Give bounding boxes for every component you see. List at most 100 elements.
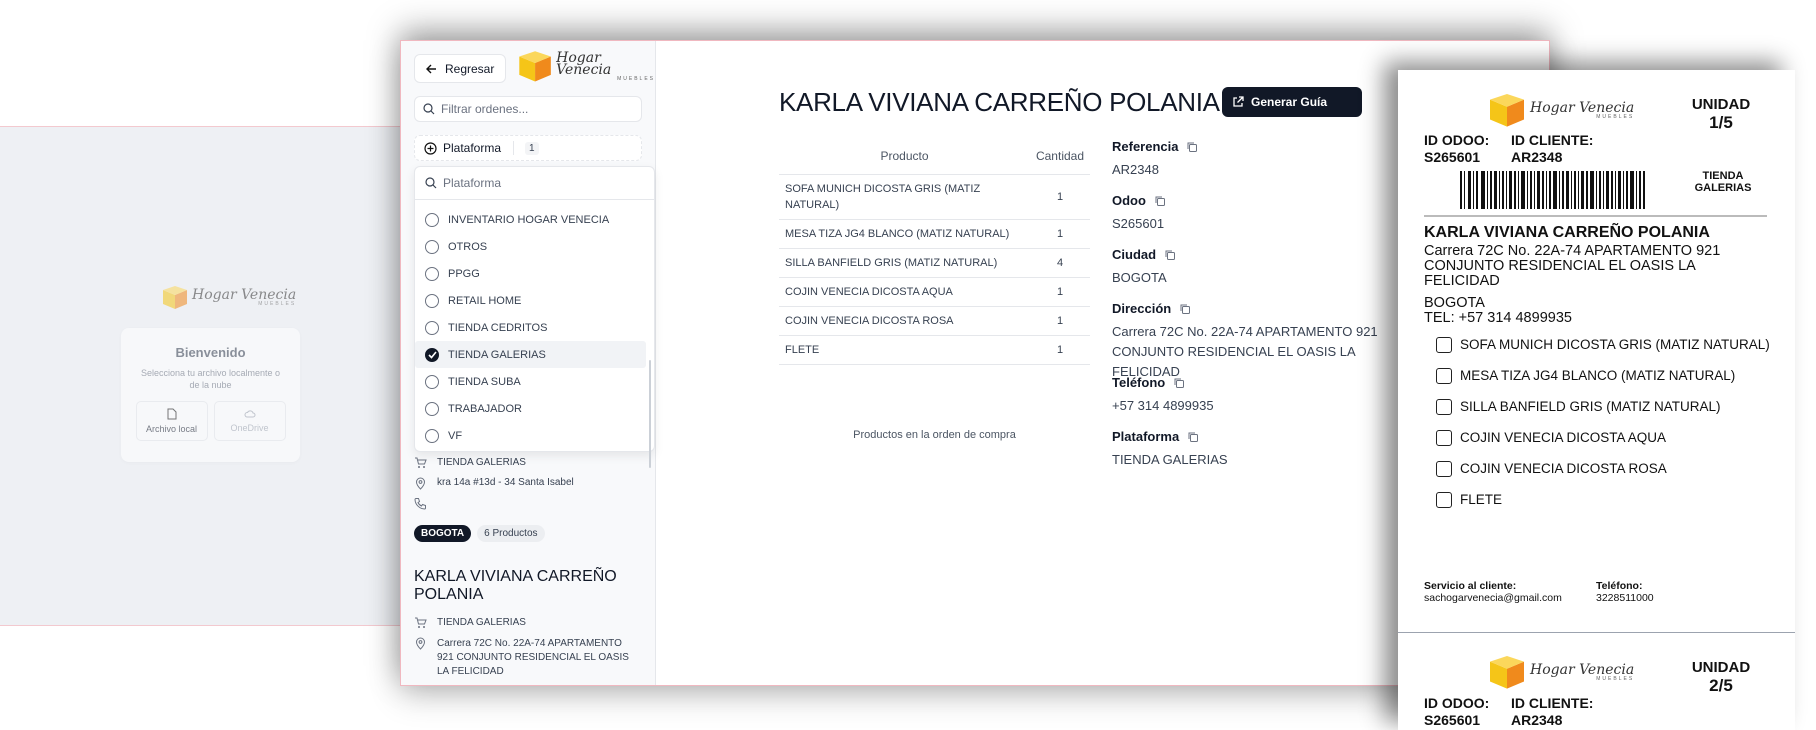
dropdown-scrollbar[interactable] [649,360,651,468]
unit-number: 1/5 [1709,113,1733,132]
checkbox[interactable] [425,293,439,308]
platform-filter-button[interactable]: Plataforma 1 [414,135,642,161]
label-item-text: MESA TIZA JG4 BLANCO (MATIZ NATURAL) [1460,368,1736,383]
platform-option-label: PPGG [448,267,480,280]
quantity-column-header: Cantidad [1030,139,1090,175]
detail-direccion: Dirección Carrera 72C No. 22A-74 APARTAM… [1112,301,1412,382]
checkbox[interactable] [425,428,439,443]
table-row: COJIN VENECIA DICOSTA AQUA 1 [779,277,1090,307]
odoo-id-block: ID ODOO: S265601 [1424,132,1489,166]
logo-text: Hogar Venecia [1530,662,1635,678]
local-file-button[interactable]: Archivo local [135,401,208,441]
service-phone-label: Teléfono: [1596,580,1643,592]
product-cell: FLETE [779,335,1030,365]
detail-value: +57 314 4899935 [1112,398,1214,413]
platform-option-label: TIENDA CEDRITOS [448,321,548,334]
platform-option[interactable]: TIENDA SUBA [415,368,646,395]
client-id-value: AR2348 [1511,712,1563,728]
table-row: SOFA MUNICH DICOSTA GRIS (MATIZ NATURAL)… [779,174,1090,220]
detail-value: S265601 [1112,216,1165,231]
platform-option[interactable]: PPGG [415,260,646,287]
label-store: TIENDA GALERIAS [1694,170,1752,194]
detail-label: Referencia [1112,139,1179,154]
login-subtitle: Selecciona tu archivo localmente o de la… [140,368,281,390]
checkbox[interactable] [425,266,439,281]
back-label: Regresar [445,61,495,76]
orders-window: Regresar Hogar VeneciaMUEBLES Plataforma… [400,40,1550,686]
platform-option-label: INVENTARIO HOGAR VENECIA [448,213,610,226]
arrow-left-icon [426,64,436,73]
order-filter-input[interactable] [441,102,631,116]
checkbox[interactable] [425,401,439,416]
order-filter-field[interactable] [414,96,642,122]
back-button[interactable]: Regresar [414,54,506,83]
copy-icon[interactable] [1186,141,1198,153]
checkbox-checked[interactable] [425,347,439,362]
product-cell: MESA TIZA JG4 BLANCO (MATIZ NATURAL) [779,219,1030,249]
checkbox[interactable] [425,320,439,335]
checkbox[interactable] [425,239,439,254]
detail-value: Carrera 72C No. 22A-74 APARTAMENTO 921 C… [1112,324,1378,379]
platform-option[interactable]: VF [415,422,646,449]
generate-guide-button[interactable]: Generar Guía [1222,87,1362,117]
copy-icon[interactable] [1173,377,1185,389]
detail-value: TIENDA GALERIAS [1112,452,1228,467]
client-id-label: ID CLIENTE: [1511,132,1594,148]
platform-option-label: TRABAJADOR [448,402,522,415]
platform-filter-count: 1 [525,141,539,155]
label-customer-name: KARLA VIVIANA CARREÑO POLANIA [1424,224,1710,241]
login-title: Bienvenido [175,345,246,360]
detail-label: Ciudad [1112,247,1157,262]
detail-telefono: Teléfono +57 314 4899935 [1112,375,1412,416]
detail-label: Teléfono [1112,375,1166,390]
label-checkbox [1436,336,1452,353]
copy-icon[interactable] [1187,431,1199,443]
copy-icon[interactable] [1179,303,1191,315]
detail-odoo: Odoo S265601 [1112,193,1412,234]
logo-text: Hogar Venecia [556,50,612,78]
checkbox[interactable] [425,212,439,227]
platform-option[interactable]: TRABAJADOR [415,395,646,422]
product-cell: COJIN VENECIA DICOSTA AQUA [779,277,1030,307]
platform-option[interactable]: RETAIL HOME [415,287,646,314]
label-item: SOFA MUNICH DICOSTA GRIS (MATIZ NATURAL) [1436,329,1770,360]
platform-search-input[interactable] [443,176,643,190]
logo-mark-icon [519,51,551,82]
quantity-cell: 1 [1030,174,1090,220]
unit-block: UNIDAD 1/5 [1686,97,1756,133]
odoo-id-label: ID ODOO: [1424,695,1490,711]
copy-icon[interactable] [1154,195,1166,207]
detail-label: Dirección [1112,301,1172,316]
label-page-separator [1398,632,1795,633]
onedrive-label: OneDrive [230,423,269,433]
platform-option[interactable]: OTROS [415,233,646,260]
label-checkbox [1436,398,1452,415]
platform-option-selected[interactable]: TIENDA GALERIAS [415,341,646,368]
shipping-label-preview: Hogar Venecia MUEBLES UNIDAD 1/5 ID ODOO:… [1398,70,1795,730]
label-checkbox [1436,460,1452,477]
sidebar: Regresar Hogar VeneciaMUEBLES Plataforma… [401,41,656,685]
label-checkbox [1436,429,1452,446]
product-cell: COJIN VENECIA DICOSTA ROSA [779,306,1030,336]
checkbox[interactable] [425,374,439,389]
generate-guide-label: Generar Guía [1251,95,1328,109]
products-count-badge: 6 Productos [477,525,545,542]
copy-icon[interactable] [1164,249,1176,261]
odoo-id-value: S265601 [1424,712,1481,728]
logo-text: Hogar Venecia [1530,100,1635,116]
platform-option[interactable]: INVENTARIO HOGAR VENECIA [415,206,646,233]
bg-brand-logo: Hogar Venecia MUEBLES [162,286,296,310]
onedrive-button[interactable]: OneDrive [213,401,286,441]
platform-option-label: TIENDA SUBA [448,375,521,388]
odoo-id-block: ID ODOO: S265601 [1424,695,1489,729]
order-badges: BOGOTA 6 Productos [414,523,545,542]
order-customer-name[interactable]: KARLA VIVIANA CARREÑO POLANIA [414,568,644,604]
label-item: COJIN VENECIA DICOSTA AQUA [1436,422,1770,453]
bg-logo-text: Hogar Venecia [192,287,297,303]
platform-search-field[interactable] [415,167,654,200]
label-item-text: SOFA MUNICH DICOSTA GRIS (MATIZ NATURAL) [1460,337,1770,352]
order-store: TIENDA GALERIAS [437,617,526,628]
order-address: kra 14a #13d - 34 Santa Isabel [437,477,574,488]
platform-option-label: RETAIL HOME [448,294,522,307]
platform-option[interactable]: TIENDA CEDRITOS [415,314,646,341]
